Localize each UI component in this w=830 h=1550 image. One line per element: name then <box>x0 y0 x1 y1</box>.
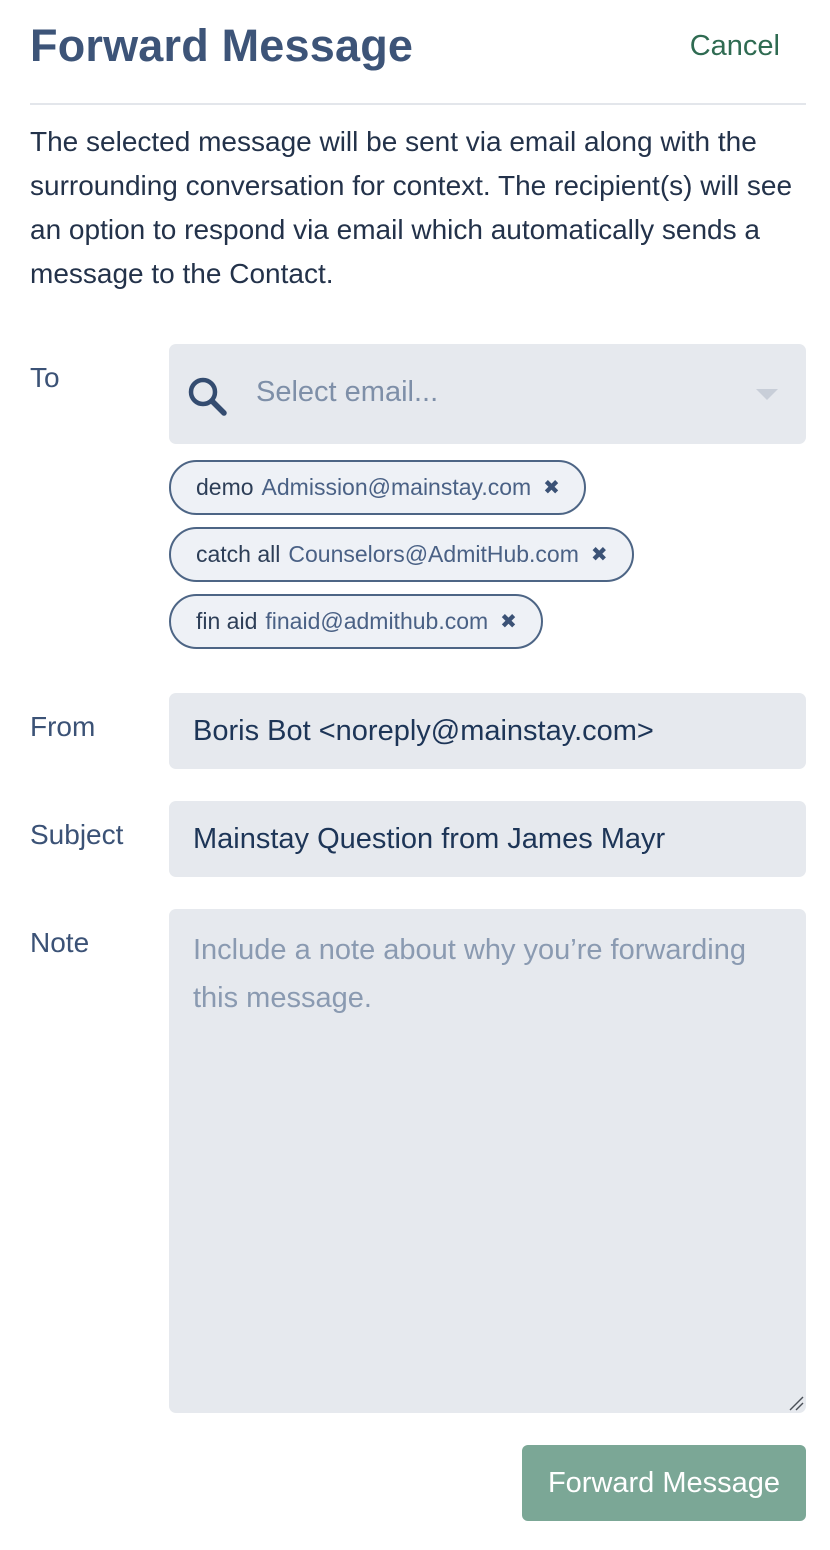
recipient-chip: demo Admission@mainstay.com ✖ <box>169 460 586 515</box>
note-field <box>169 909 806 1413</box>
resize-handle-icon[interactable] <box>788 1395 804 1411</box>
recipient-name: demo <box>196 474 254 500</box>
recipient-email: Counselors@AdmitHub.com <box>288 541 579 567</box>
recipient-email: finaid@admithub.com <box>265 608 489 634</box>
from-input[interactable] <box>169 693 806 769</box>
subject-input[interactable] <box>169 801 806 877</box>
recipient-chip: fin aid finaid@admithub.com ✖ <box>169 594 543 649</box>
cancel-button[interactable]: Cancel <box>690 30 780 63</box>
to-placeholder: Select email... <box>256 376 439 408</box>
to-email-select[interactable]: Select email... <box>169 344 806 444</box>
remove-recipient-icon[interactable]: ✖ <box>543 478 560 498</box>
recipient-name: catch all <box>196 541 281 567</box>
remove-recipient-icon[interactable]: ✖ <box>500 612 517 632</box>
subject-field <box>169 801 806 877</box>
recipient-chips: demo Admission@mainstay.com ✖ catch all … <box>169 460 806 661</box>
remove-recipient-icon[interactable]: ✖ <box>591 545 608 565</box>
recipient-chip: catch all Counselors@AdmitHub.com ✖ <box>169 527 634 582</box>
recipient-name: fin aid <box>196 608 258 634</box>
page-title: Forward Message <box>30 20 414 71</box>
search-icon <box>188 377 227 416</box>
description-text: The selected message will be sent via em… <box>30 126 793 289</box>
caret-down-icon[interactable] <box>756 389 778 400</box>
forward-message-button[interactable]: Forward Message <box>522 1445 806 1521</box>
from-label: From <box>30 711 96 742</box>
panel-header: Forward Message Cancel <box>30 0 806 105</box>
subject-label: Subject <box>30 819 124 850</box>
note-label: Note <box>30 927 90 958</box>
note-textarea[interactable] <box>169 909 806 1413</box>
recipient-email: Admission@mainstay.com <box>261 474 532 500</box>
to-label: To <box>30 362 60 393</box>
from-field <box>169 693 806 769</box>
forward-message-panel: Forward Message Cancel The selected mess… <box>0 0 830 1550</box>
